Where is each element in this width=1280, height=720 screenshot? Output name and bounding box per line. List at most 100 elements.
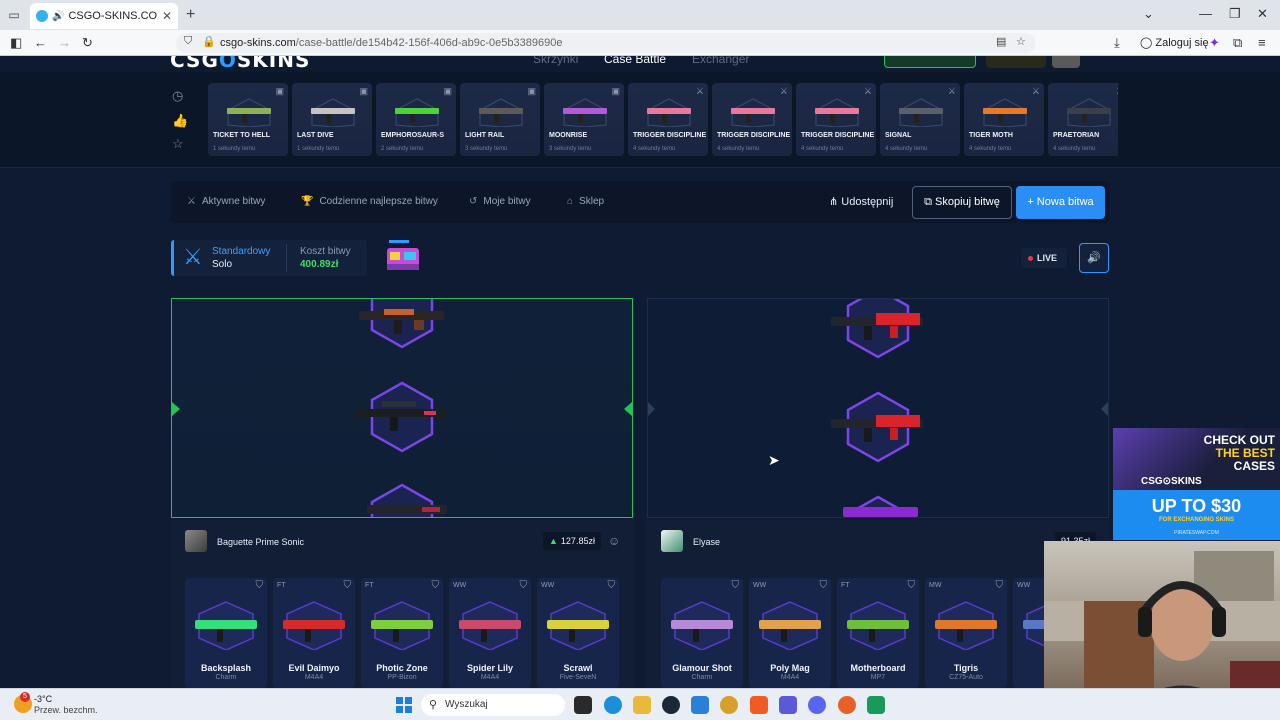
basket-icon: ⌂ [567, 196, 574, 207]
url-text[interactable]: csgo-skins.com/case-battle/de154b42-156f… [220, 37, 562, 49]
brave-icon[interactable] [750, 696, 768, 714]
shield-icon[interactable]: ⛉ [184, 35, 192, 48]
download-icon[interactable]: ⤓ [1114, 35, 1120, 51]
live-drop-item[interactable]: ⚔ TRIGGER DISCIPLINE 4 sekundy temu [712, 83, 792, 156]
live-drop-item[interactable]: ▣ LIGHT RAIL 3 sekundy temu [460, 83, 540, 156]
clock-icon[interactable]: ◷ [172, 88, 183, 104]
forward-icon[interactable]: → [58, 35, 71, 50]
back-icon[interactable]: ← [34, 35, 47, 50]
nav-cases[interactable]: Skrzynki [533, 56, 578, 66]
file-explorer-icon[interactable] [633, 696, 651, 714]
case-thumbnail[interactable] [385, 240, 421, 274]
stream-ad-banner[interactable]: CHECK OUT THE BEST CASES CSG⊙SKINS UP TO $… [1113, 428, 1280, 540]
drop-item-name: TIGER MOTH [969, 132, 1013, 139]
mode-type: Solo [212, 259, 233, 270]
coins-pill[interactable] [986, 56, 1046, 68]
new-battle-button[interactable]: + Nowa bitwa [1016, 186, 1105, 219]
shield-icon[interactable]: ⛉ [908, 580, 916, 591]
thumbs-up-icon[interactable]: 👍 [172, 113, 188, 129]
chrome-icon[interactable] [720, 696, 738, 714]
nav-exchanger[interactable]: Exchanger [692, 56, 749, 66]
copy-battle-button[interactable]: ⧉ Skopiuj bitwę [912, 186, 1012, 219]
won-item-card[interactable]: ⛉ Glamour Shot Charm [661, 578, 743, 688]
live-drop-item[interactable]: ⚔ PRAETORIAN 4 sekundy temu [1048, 83, 1118, 156]
live-drop-item[interactable]: ⚔ SIGNAL 4 sekundy temu [880, 83, 960, 156]
extensions-puzzle-icon[interactable]: ⧉ [1233, 35, 1242, 51]
reader-view-icon[interactable]: ▤ [996, 35, 1006, 48]
smile-icon[interactable]: ☺ [608, 534, 620, 548]
drop-item-time: 3 sekundy temu [465, 146, 508, 152]
won-item-card[interactable]: WW ⛉ Poly Mag M4A4 [749, 578, 831, 688]
sound-toggle-button[interactable]: 🔊 [1079, 243, 1109, 273]
maximize-icon[interactable]: ❐ [1229, 6, 1241, 22]
live-drop-item[interactable]: ⚔ TRIGGER DISCIPLINE 4 sekundy temu [628, 83, 708, 156]
won-item-card[interactable]: WW ⛉ Scrawl Five-SeveN [537, 578, 619, 688]
shield-icon[interactable]: ⛉ [996, 580, 1004, 591]
store-icon[interactable] [691, 696, 709, 714]
close-tab-icon[interactable]: ✕ [162, 9, 172, 23]
won-item-card[interactable]: ⛉ Backsplash Charm [185, 578, 267, 688]
won-item-card[interactable]: FT ⛉ Photic Zone PP-Bizon [361, 578, 443, 688]
new-tab-icon[interactable]: + [186, 6, 195, 24]
taskbar-search[interactable]: ⚲ Wyszukaj [421, 694, 565, 716]
player-name[interactable]: Elyase [693, 537, 720, 547]
player-name[interactable]: Baguette Prime Sonic [217, 537, 304, 547]
site-logo[interactable]: CSGOSKINS [170, 56, 310, 72]
live-drop-item[interactable]: ⚔ TIGER MOTH 4 sekundy temu [964, 83, 1044, 156]
bookmark-star-icon[interactable]: ☆ [1016, 35, 1026, 48]
shield-icon[interactable]: ⛉ [520, 580, 528, 591]
windows-start-icon[interactable] [396, 697, 412, 713]
tab-list-icon[interactable]: ▭ [6, 7, 22, 23]
steam-icon[interactable] [662, 696, 680, 714]
user-avatar[interactable] [1052, 56, 1080, 68]
won-item-card[interactable]: WW ⛉ Spider Lily M4A4 [449, 578, 531, 688]
firefox-icon[interactable] [838, 696, 856, 714]
tab-shop[interactable]: ⌂ Sklep [567, 196, 604, 207]
tab-my-battles[interactable]: ↺ Moje bitwy [469, 196, 531, 207]
tab-daily-best-battles[interactable]: 🏆 Codzienne najlepsze bitwy [301, 196, 438, 207]
lock-icon[interactable]: 🔒 [202, 35, 216, 48]
shield-icon[interactable]: ⛉ [432, 580, 440, 591]
nav-case-battle[interactable]: Case Battle [604, 56, 666, 66]
app-icon[interactable] [867, 696, 885, 714]
deposit-pill[interactable] [884, 56, 976, 68]
live-drop-item[interactable]: ▣ TICKET TO HELL 1 sekundy temu [208, 83, 288, 156]
close-window-icon[interactable]: ✕ [1257, 6, 1268, 22]
reload-icon[interactable]: ↻ [82, 35, 93, 51]
login-button[interactable]: ◯ Zaloguj się [1140, 36, 1209, 49]
live-drop-item[interactable]: ▣ MOONRISE 3 sekundy temu [544, 83, 624, 156]
edge-icon[interactable] [604, 696, 622, 714]
live-drop-item[interactable]: ⚔ TRIGGER DISCIPLINE 4 sekundy temu [796, 83, 876, 156]
drop-item-name: EMPHOROSAUR-S [381, 132, 445, 139]
tab-overflow-icon[interactable]: ⌄ [1143, 6, 1154, 22]
won-item-card[interactable]: FT ⛉ Motherboard MP7 [837, 578, 919, 688]
minimize-icon[interactable]: — [1199, 6, 1212, 21]
live-drop-item[interactable]: ▣ EMPHOROSAUR-S 2 sekundy temu [376, 83, 456, 156]
audio-playing-icon[interactable]: 🔊 [52, 11, 64, 22]
menu-icon[interactable]: ≡ [1258, 35, 1266, 50]
avatar[interactable] [661, 530, 683, 552]
avatar[interactable] [185, 530, 207, 552]
weather-desc[interactable]: Przew. bezchm. [34, 705, 98, 715]
live-drop-item[interactable]: ▣ LAST DIVE 1 sekundy temu [292, 83, 372, 156]
shield-icon[interactable]: ⛉ [256, 580, 264, 591]
address-bar[interactable]: ⛉ 🔒 csgo-skins.com/case-battle/de154b42-… [176, 33, 1036, 53]
shield-icon[interactable]: ⛉ [344, 580, 352, 591]
item-name: Motherboard [850, 663, 906, 673]
weather-temp[interactable]: -3°C [34, 694, 52, 704]
teams-icon[interactable] [779, 696, 797, 714]
star-icon[interactable]: ☆ [172, 136, 184, 152]
shield-icon[interactable]: ⛉ [820, 580, 828, 591]
won-item-card[interactable]: MW ⛉ Tigris CZ75-Auto [925, 578, 1007, 688]
tab-active-battles[interactable]: ⚔ Aktywne bitwy [187, 196, 265, 207]
shield-icon[interactable]: ⛉ [732, 580, 740, 591]
task-view-icon[interactable] [574, 696, 592, 714]
discord-icon[interactable] [808, 696, 826, 714]
drop-item-time: 4 sekundy temu [885, 146, 928, 152]
won-item-card[interactable]: FT ⛉ Evil Daimyo M4A4 [273, 578, 355, 688]
browser-tab[interactable]: 🔊 CSGO-SKINS.COM - Najlep ✕ [30, 3, 178, 29]
sidebar-toggle-icon[interactable]: ◧ [10, 35, 22, 51]
share-button[interactable]: ⋔ Udostępnij [829, 195, 893, 208]
extension-icon[interactable]: ✦ [1209, 35, 1220, 51]
shield-icon[interactable]: ⛉ [608, 580, 616, 591]
